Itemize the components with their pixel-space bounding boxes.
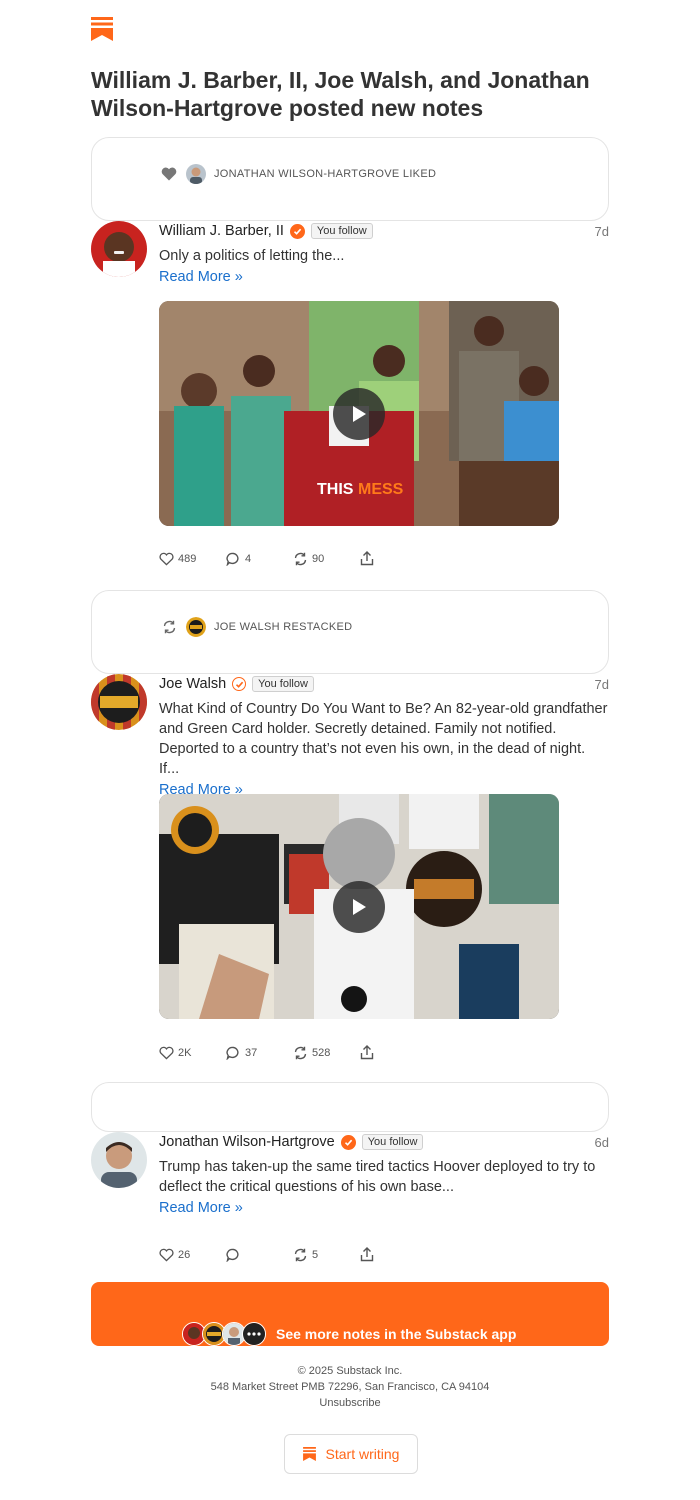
author-name[interactable]: Joe Walsh (159, 676, 226, 692)
note-context-card[interactable]: JONATHAN WILSON-HARTGROVE LIKED (91, 137, 609, 221)
start-writing-button[interactable]: Start writing (284, 1434, 418, 1474)
start-writing-label: Start writing (325, 1446, 400, 1462)
more-icon (242, 1322, 266, 1346)
comment-button[interactable]: 4 (226, 552, 293, 566)
heart-outline-icon (159, 1248, 174, 1262)
share-icon (360, 551, 374, 566)
video-caption-highlight: MESS (358, 481, 404, 498)
video-thumbnail[interactable]: THIS MESS (159, 301, 559, 526)
follow-badge: You follow (310, 223, 373, 239)
comment-count: 37 (245, 1046, 258, 1059)
comment-icon (226, 1046, 239, 1060)
restack-icon (160, 618, 178, 636)
note-context-card[interactable]: JOE WALSH RESTACKED (91, 590, 609, 674)
like-button[interactable]: 26 (159, 1248, 226, 1262)
restack-count: 90 (312, 552, 325, 565)
follow-badge: You follow (361, 1134, 424, 1150)
cta-label: See more notes in the Substack app (276, 1326, 517, 1342)
video-thumbnail[interactable] (159, 794, 559, 1019)
avatar[interactable] (91, 221, 147, 277)
author-name[interactable]: Jonathan Wilson-Hartgrove (159, 1134, 335, 1150)
timestamp: 7d (594, 223, 609, 239)
context-label: JONATHAN WILSON-HARTGROVE LIKED (214, 168, 437, 180)
comment-button[interactable] (226, 1248, 293, 1262)
like-count: 26 (178, 1248, 191, 1261)
comment-icon (226, 552, 239, 566)
copyright: © 2025 Substack Inc. (297, 1365, 403, 1377)
restack-button[interactable]: 90 (293, 552, 360, 566)
avatar (186, 164, 206, 184)
note-text: Only a politics of letting the... (159, 248, 345, 264)
heart-outline-icon (159, 1046, 174, 1060)
comment-count: 4 (245, 552, 252, 565)
like-count: 489 (178, 552, 197, 565)
heart-outline-icon (159, 552, 174, 566)
verified-icon (340, 1134, 356, 1150)
share-icon (360, 1045, 374, 1060)
comment-button[interactable]: 37 (226, 1046, 293, 1060)
video-caption: THIS (317, 481, 354, 498)
no-kings-logo-icon[interactable] (91, 674, 147, 730)
unsubscribe-link[interactable]: Unsubscribe (0, 1395, 700, 1411)
play-icon[interactable] (333, 388, 385, 440)
see-more-notes-button[interactable]: See more notes in the Substack app (91, 1282, 609, 1346)
note-text: What Kind of Country Do You Want to Be? … (159, 701, 608, 777)
share-button[interactable] (360, 551, 427, 566)
like-button[interactable]: 489 (159, 552, 226, 566)
avatar[interactable] (91, 1132, 147, 1188)
substack-logo-icon (302, 1447, 316, 1461)
like-button[interactable]: 2K (159, 1046, 226, 1060)
restack-icon (294, 552, 307, 565)
restack-button[interactable]: 528 (293, 1046, 360, 1060)
play-icon[interactable] (333, 881, 385, 933)
timestamp: 7d (594, 676, 609, 692)
verified-icon (232, 677, 247, 691)
note-context-card[interactable] (91, 1082, 609, 1132)
restack-icon (294, 1248, 307, 1261)
no-kings-logo-icon (186, 617, 206, 637)
share-button[interactable] (360, 1045, 427, 1060)
substack-logo-icon (91, 17, 113, 41)
share-icon (360, 1247, 374, 1262)
follow-badge: You follow (252, 676, 314, 692)
note-text: Trump has taken-up the same tired tactic… (159, 1159, 596, 1195)
comment-icon (226, 1248, 239, 1262)
read-more-link[interactable]: Read More » (159, 1200, 243, 1216)
like-count: 2K (178, 1046, 192, 1059)
restack-button[interactable]: 5 (293, 1248, 360, 1262)
address: 548 Market Street PMB 72296, San Francis… (210, 1381, 490, 1393)
heart-icon (160, 165, 178, 183)
restack-icon (294, 1046, 307, 1059)
author-name[interactable]: William J. Barber, II (159, 223, 284, 239)
restack-count: 528 (312, 1046, 331, 1059)
page-title: William J. Barber, II, Joe Walsh, and Jo… (91, 67, 590, 121)
timestamp: 6d (594, 1134, 609, 1150)
share-button[interactable] (360, 1247, 427, 1262)
restack-count: 5 (312, 1248, 319, 1261)
verified-icon (289, 223, 305, 239)
context-label: JOE WALSH RESTACKED (214, 621, 353, 633)
read-more-link[interactable]: Read More » (159, 269, 243, 285)
